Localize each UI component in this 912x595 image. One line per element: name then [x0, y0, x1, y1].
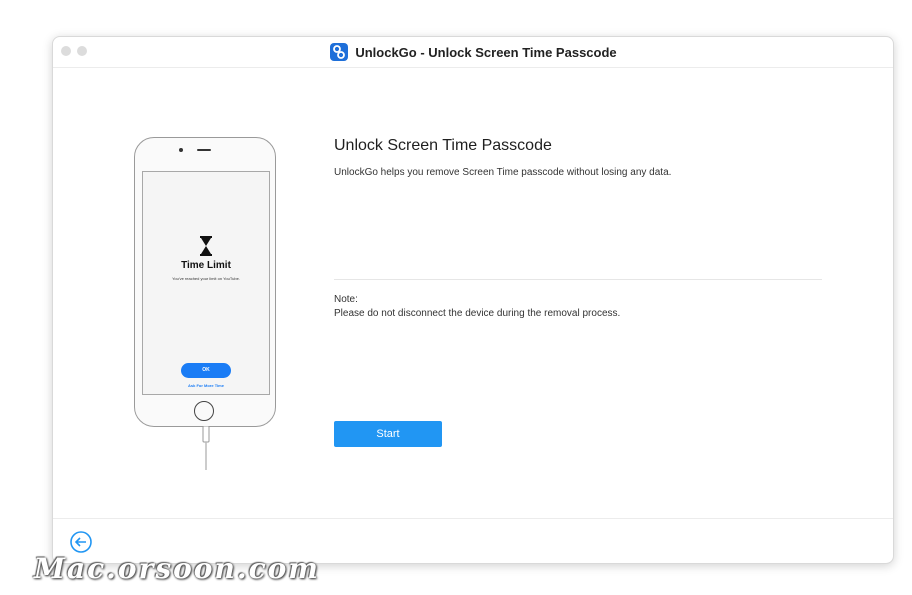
lightning-cable-icon — [202, 426, 210, 470]
title-bar[interactable]: UnlockGo - Unlock Screen Time Passcode — [53, 37, 893, 68]
time-limit-title: Time Limit — [181, 260, 231, 271]
note-label: Note: — [334, 294, 358, 305]
watermark-text: Mac.orsoon.com — [34, 552, 320, 585]
phone-speaker — [197, 149, 211, 151]
ask-more-time-link: Ask For More Time — [188, 383, 224, 388]
note-text: Please do not disconnect the device duri… — [334, 308, 621, 319]
phone-camera — [179, 148, 183, 152]
section-divider — [334, 279, 822, 280]
back-arrow-icon[interactable] — [70, 531, 92, 553]
window-title: UnlockGo - Unlock Screen Time Passcode — [355, 44, 617, 60]
phone-screen: Time Limit You've reached your limit on … — [142, 171, 270, 395]
time-limit-subtitle: You've reached your limit on YouTube. — [172, 276, 240, 281]
unlockgo-logo-icon — [330, 43, 349, 61]
page-heading: Unlock Screen Time Passcode — [334, 137, 552, 154]
title-group: UnlockGo - Unlock Screen Time Passcode — [329, 42, 617, 62]
start-button[interactable]: Start — [334, 421, 442, 447]
close-window-button[interactable] — [61, 46, 71, 56]
window-controls — [61, 46, 87, 56]
phone-ok-button: OK — [181, 363, 231, 378]
app-window: UnlockGo - Unlock Screen Time Passcode T… — [52, 36, 894, 564]
page-description: UnlockGo helps you remove Screen Time pa… — [334, 167, 672, 178]
hourglass-icon — [200, 236, 212, 256]
iphone-illustration: Time Limit You've reached your limit on … — [134, 137, 276, 427]
phone-home-button — [194, 401, 214, 421]
minimize-window-button[interactable] — [77, 46, 87, 56]
